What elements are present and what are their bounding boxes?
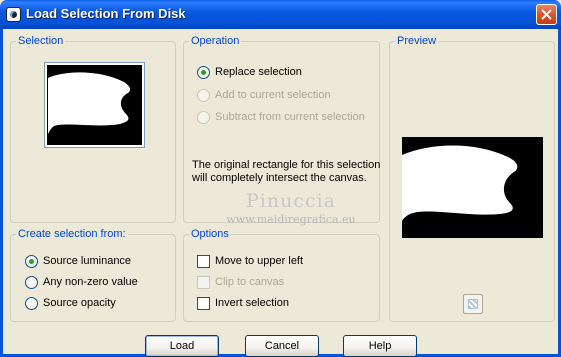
radio-add-to-selection: Add to current selection	[197, 87, 331, 103]
checkbox-move-to-upper-left[interactable]: Move to upper left	[197, 253, 303, 269]
watermark-url: www.maidiregrafica.eu	[226, 213, 356, 226]
preview-group-title: Preview	[395, 35, 439, 48]
preview-image-svg	[402, 137, 543, 238]
radio-replace-selection[interactable]: Replace selection	[197, 64, 302, 80]
options-group: Options Move to upper left Clip to canva…	[183, 228, 380, 322]
info-line: will completely intersect the canvas.	[192, 172, 367, 184]
radio-any-non-zero-value[interactable]: Any non-zero value	[25, 274, 138, 290]
checkbox[interactable]	[197, 296, 210, 310]
title-bar: Load Selection From Disk	[0, 0, 561, 29]
checkbox-label: Invert selection	[215, 297, 289, 309]
dropdown-arrow-icon	[136, 101, 142, 104]
operation-info-text: The original rectangle for this selectio…	[192, 159, 382, 185]
preview-group: Preview	[389, 35, 555, 322]
checkbox-clip-to-canvas: Clip to canvas	[197, 274, 284, 290]
checkbox-label: Clip to canvas	[215, 276, 285, 288]
checkbox-label: Move to upper left	[215, 255, 304, 267]
radio-label: Add to current selection	[215, 89, 331, 101]
checkbox	[197, 275, 210, 289]
create-selection-from-title: Create selection from:	[16, 228, 128, 241]
operation-group-title: Operation	[189, 35, 242, 48]
checkbox[interactable]	[197, 254, 210, 268]
window-frame-left	[0, 29, 3, 357]
selection-thumbnail-dropdown[interactable]	[44, 62, 145, 148]
close-button[interactable]	[536, 4, 557, 25]
radio-label: Source luminance	[43, 255, 132, 267]
checkbox-invert-selection[interactable]: Invert selection	[197, 295, 289, 311]
radio-button	[197, 88, 210, 102]
watermark-name: Pinuccia	[245, 190, 337, 212]
preview-options-button[interactable]	[463, 294, 483, 314]
options-group-title: Options	[189, 228, 231, 241]
cancel-button[interactable]: Cancel	[245, 335, 319, 357]
radio-button[interactable]	[25, 296, 38, 310]
load-button[interactable]: Load	[145, 335, 219, 357]
selection-thumbnail	[47, 65, 142, 145]
close-icon	[541, 9, 552, 20]
selection-group: Selection	[10, 35, 176, 223]
selection-group-title: Selection	[16, 35, 66, 48]
preview-image	[402, 137, 543, 238]
radio-source-opacity[interactable]: Source opacity	[25, 295, 116, 311]
radio-label: Source opacity	[43, 297, 116, 309]
radio-button[interactable]	[25, 275, 38, 289]
radio-subtract-from-selection: Subtract from current selection	[197, 109, 365, 125]
radio-label: Any non-zero value	[43, 276, 138, 288]
watermark: Pinuccia www.maidiregrafica.eu	[226, 190, 356, 226]
app-icon	[6, 7, 21, 22]
help-button[interactable]: Help	[343, 335, 417, 357]
radio-label: Subtract from current selection	[215, 111, 365, 123]
create-selection-from-group: Create selection from: Source luminance …	[10, 228, 176, 322]
radio-button[interactable]	[197, 65, 210, 79]
radio-source-luminance[interactable]: Source luminance	[25, 253, 131, 269]
pattern-icon	[468, 299, 478, 309]
radio-label: Replace selection	[215, 66, 302, 78]
window-title: Load Selection From Disk	[26, 6, 186, 21]
radio-button	[197, 110, 210, 124]
info-line: The original rectangle for this selectio…	[192, 159, 381, 171]
selection-thumbnail-image	[48, 66, 141, 144]
radio-button[interactable]	[25, 254, 38, 268]
